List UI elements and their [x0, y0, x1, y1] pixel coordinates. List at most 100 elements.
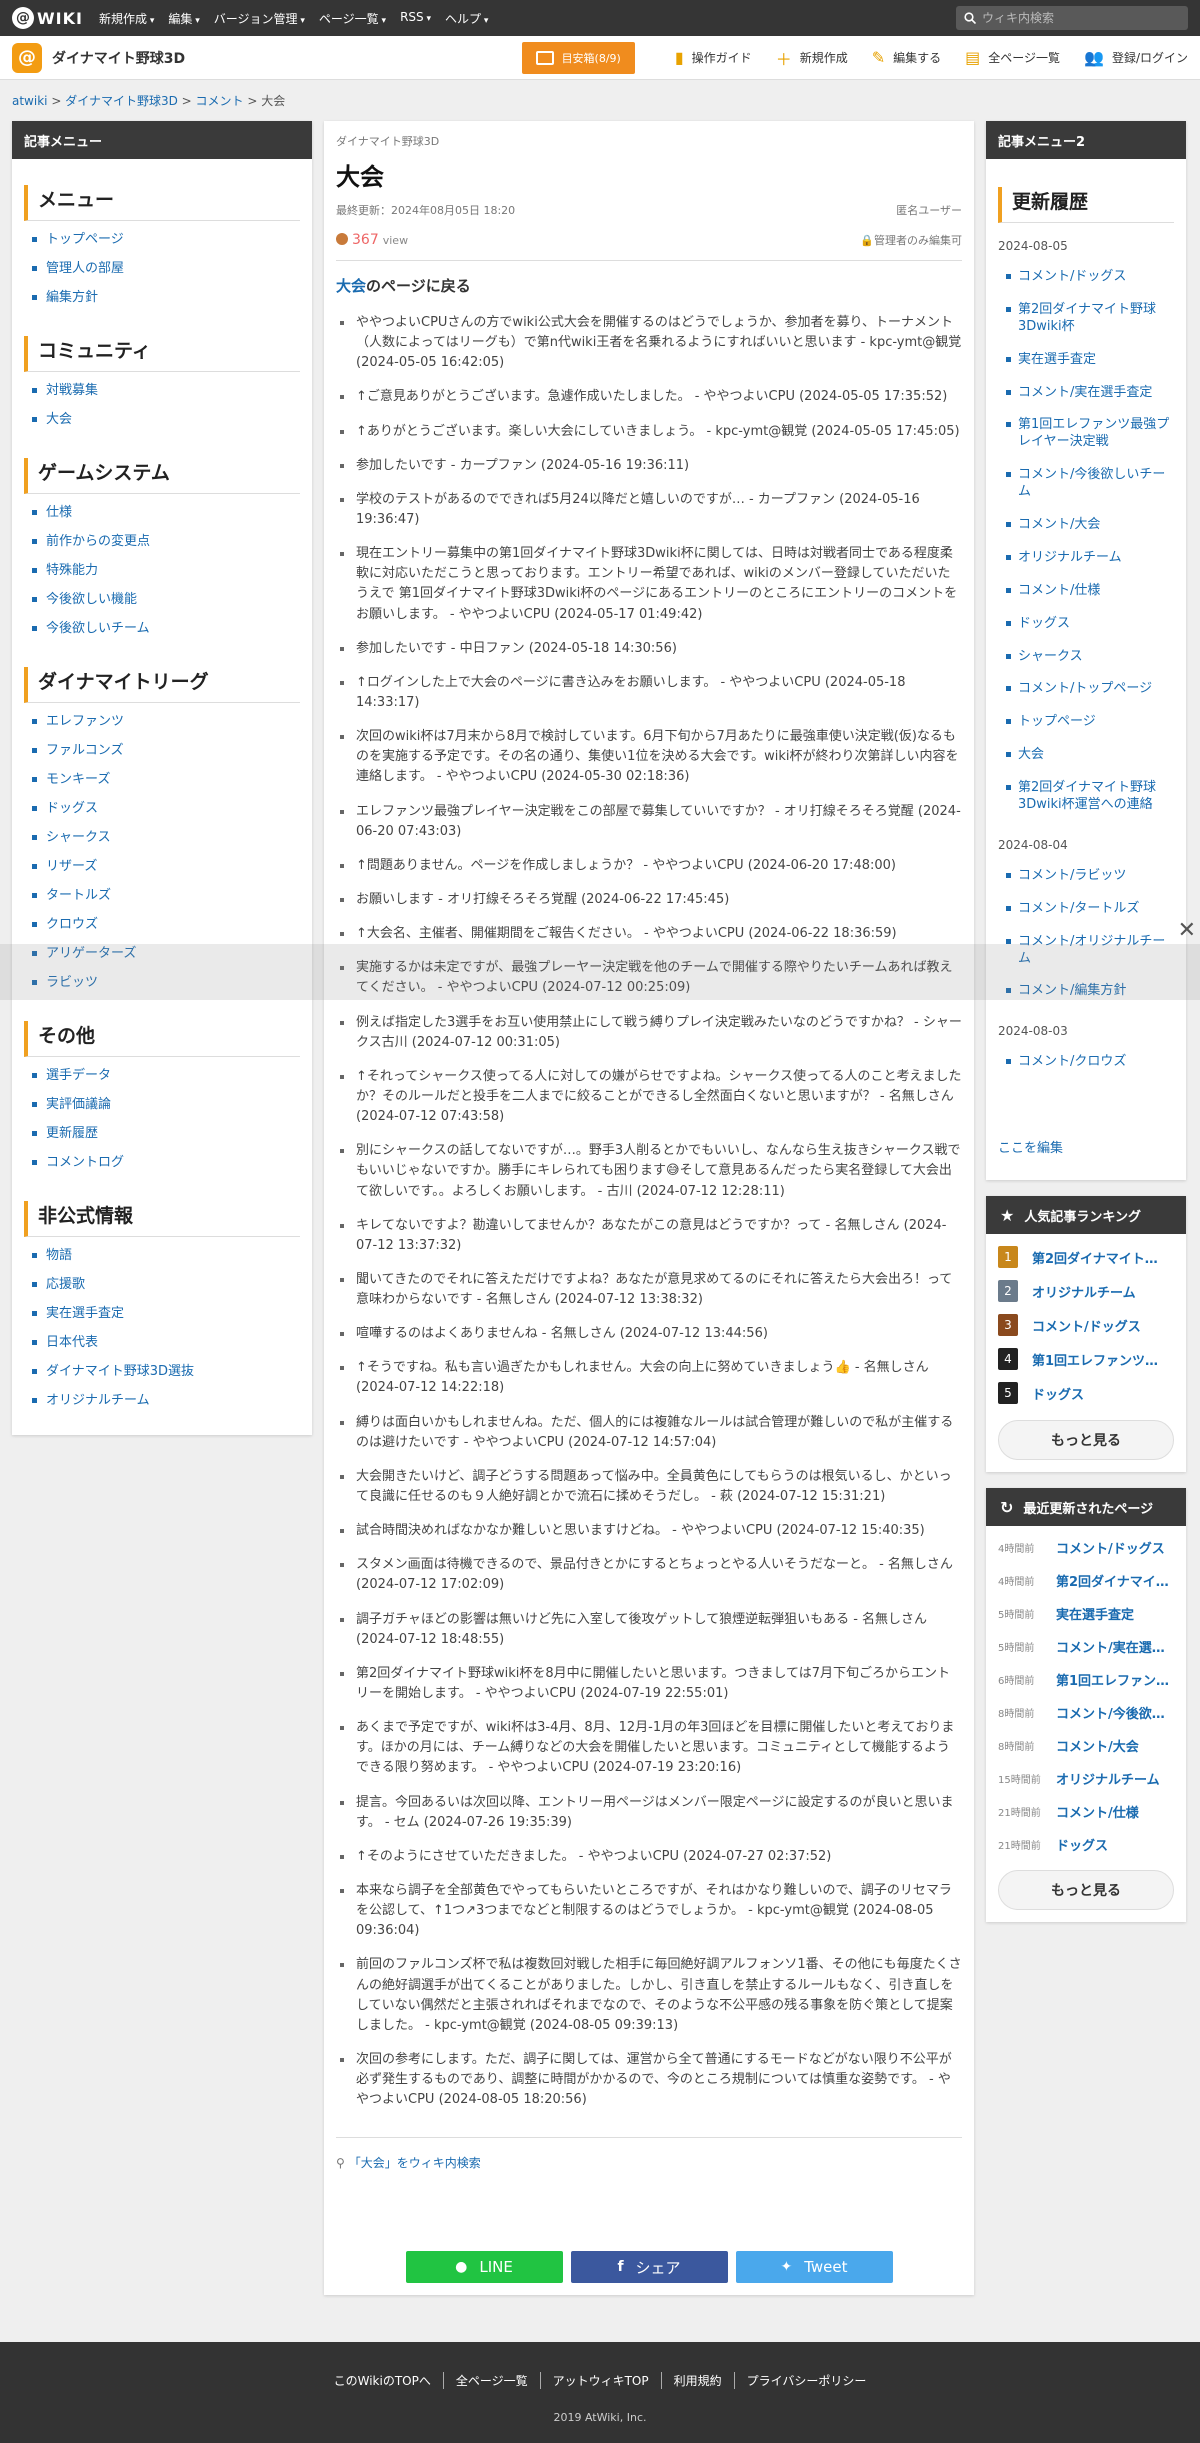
sidebar-link[interactable]: 選手データ	[46, 1068, 111, 1083]
sidebar-link[interactable]: 今後欲しい機能	[46, 592, 137, 607]
sidebar-link[interactable]: コメントログ	[46, 1155, 124, 1170]
recent-title-link[interactable]: コメント/ドッグス	[1056, 1538, 1174, 1557]
recent-title-link[interactable]: コメント/仕様	[1056, 1802, 1174, 1821]
ranking-title-link[interactable]: コメント/ドッグス	[1032, 1316, 1168, 1335]
recent-item[interactable]: 21時間前 コメント/仕様	[998, 1802, 1174, 1821]
sidebar-link[interactable]: 応援歌	[46, 1277, 85, 1292]
footer-link-pages[interactable]: 全ページ一覧	[442, 2372, 540, 2389]
new-page-button[interactable]: ＋ 新規作成	[776, 46, 848, 70]
footer-link-privacy[interactable]: プライバシーポリシー	[733, 2372, 879, 2389]
recent-title-link[interactable]: オリジナルチーム	[1056, 1769, 1174, 1788]
facebook-share-button[interactable]: f シェア	[570, 2251, 728, 2284]
sidebar-link[interactable]: クロウズ	[46, 917, 98, 932]
login-button[interactable]: 👥 登録/ログイン	[1084, 48, 1188, 67]
recent-item[interactable]: 6時間前 第1回エレファンツ最強プレイヤー決定戦	[998, 1670, 1174, 1689]
breadcrumb-atwiki[interactable]: atwiki	[12, 94, 48, 108]
ranking-more-button[interactable]: もっと見る	[998, 1420, 1174, 1461]
ranking-title-link[interactable]: 第1回エレファンツ最強プレイヤー決定戦	[1032, 1350, 1168, 1369]
recent-title-link[interactable]: 実在選手査定	[1056, 1604, 1174, 1623]
sidebar-link[interactable]: オリジナルチーム	[46, 1393, 150, 1408]
nav-pages[interactable]: ページ一覧	[319, 10, 386, 27]
sidebar-link[interactable]: ダイナマイト野球3D選抜	[46, 1364, 194, 1379]
site-logo-icon[interactable]: @	[12, 42, 42, 73]
line-share-button[interactable]: ● LINE	[405, 2251, 563, 2284]
guide-button[interactable]: ▮ 操作ガイド	[675, 48, 752, 67]
sidebar-link[interactable]: 編集方針	[46, 290, 98, 305]
history-item[interactable]: コメント/クロウズ	[1006, 1046, 1174, 1079]
history-item[interactable]: コメント/トップページ	[1006, 673, 1174, 706]
history-item[interactable]: ドッグス	[1006, 608, 1174, 641]
twitter-share-button[interactable]: ✦ Tweet	[735, 2251, 893, 2284]
footer-link-terms[interactable]: 利用規約	[660, 2372, 734, 2389]
history-item[interactable]: コメント/タートルズ	[1006, 893, 1174, 926]
recent-title-link[interactable]: コメント/実在選手査定	[1056, 1637, 1174, 1656]
edit-page-button[interactable]: ✎ 編集する	[872, 48, 941, 67]
close-icon[interactable]: ✕	[1178, 918, 1196, 943]
history-item[interactable]: 大会	[1006, 739, 1174, 772]
recent-more-button[interactable]: もっと見る	[998, 1870, 1174, 1911]
recent-item[interactable]: 5時間前 コメント/実在選手査定	[998, 1637, 1174, 1656]
recent-title-link[interactable]: コメント/大会	[1056, 1736, 1174, 1755]
sidebar-link[interactable]: シャークス	[46, 830, 111, 845]
ranking-item[interactable]: 1 第2回ダイナマイト野球3Dwiki杯	[998, 1246, 1174, 1269]
recent-item[interactable]: 21時間前 ドッグス	[998, 1835, 1174, 1854]
breadcrumb-site[interactable]: ダイナマイト野球3D	[65, 94, 178, 108]
history-item[interactable]: コメント/今後欲しいチーム	[1006, 459, 1174, 509]
nav-help[interactable]: ヘルプ	[445, 10, 488, 27]
site-name[interactable]: ダイナマイト野球3D	[52, 48, 185, 68]
breadcrumb-comment[interactable]: コメント	[196, 94, 244, 108]
history-item[interactable]: トップページ	[1006, 706, 1174, 739]
back-link[interactable]: 大会	[336, 277, 366, 295]
ranking-title-link[interactable]: ドッグス	[1032, 1384, 1168, 1403]
wiki-search-label[interactable]: 「大会」をウィキ内検索	[349, 2156, 481, 2170]
sidebar-link[interactable]: 対戦募集	[46, 383, 98, 398]
nav-version[interactable]: バージョン管理	[214, 10, 305, 27]
sidebar-link[interactable]: 特殊能力	[46, 563, 98, 578]
sidebar-link[interactable]: リザーズ	[46, 859, 97, 874]
recent-item[interactable]: 4時間前 コメント/ドッグス	[998, 1538, 1174, 1557]
recent-title-link[interactable]: 第1回エレファンツ最強プレイヤー決定戦	[1056, 1670, 1174, 1689]
history-item[interactable]: 第2回ダイナマイト野球3Dwiki杯運営への連絡	[1006, 772, 1174, 822]
history-item[interactable]: コメント/ラビッツ	[1006, 860, 1174, 893]
sidebar-link[interactable]: 物語	[46, 1248, 72, 1263]
history-item[interactable]: オリジナルチーム	[1006, 542, 1174, 575]
all-pages-button[interactable]: ▤ 全ページ一覧	[965, 48, 1060, 67]
sidebar-link[interactable]: タートルズ	[46, 888, 111, 903]
nav-rss[interactable]: RSS	[400, 10, 431, 27]
nav-edit[interactable]: 編集	[168, 10, 199, 27]
sidebar-link[interactable]: 実評価議論	[46, 1097, 111, 1112]
ranking-item[interactable]: 4 第1回エレファンツ最強プレイヤー決定戦	[998, 1348, 1174, 1371]
sidebar-link[interactable]: トップページ	[46, 232, 124, 247]
sidebar-link[interactable]: 実在選手査定	[46, 1306, 124, 1321]
history-item[interactable]: 実在選手査定	[1006, 344, 1174, 377]
atwiki-logo[interactable]: @ WIKI	[12, 7, 83, 29]
search-icon[interactable]	[964, 12, 976, 24]
ranking-item[interactable]: 2 オリジナルチーム	[998, 1280, 1174, 1303]
sidebar-link[interactable]: 日本代表	[46, 1335, 98, 1350]
recent-item[interactable]: 8時間前 コメント/大会	[998, 1736, 1174, 1755]
recent-item[interactable]: 15時間前 オリジナルチーム	[998, 1769, 1174, 1788]
sidebar-link[interactable]: ドッグス	[46, 801, 98, 816]
recent-item[interactable]: 5時間前 実在選手査定	[998, 1604, 1174, 1623]
ranking-title-link[interactable]: 第2回ダイナマイト野球3Dwiki杯	[1032, 1248, 1168, 1267]
sidebar-link[interactable]: 前作からの変更点	[46, 534, 150, 549]
recent-title-link[interactable]: コメント/今後欲しいチーム	[1056, 1703, 1174, 1722]
sidebar-link[interactable]: モンキーズ	[46, 772, 110, 787]
recent-title-link[interactable]: ドッグス	[1056, 1835, 1174, 1854]
mokuyasu-button[interactable]: 目安箱(8/9)	[521, 41, 635, 74]
ranking-item[interactable]: 5 ドッグス	[998, 1382, 1174, 1405]
history-item[interactable]: 第2回ダイナマイト野球3Dwiki杯	[1006, 294, 1174, 344]
recent-item[interactable]: 8時間前 コメント/今後欲しいチーム	[998, 1703, 1174, 1722]
sidebar-link[interactable]: 更新履歴	[46, 1126, 98, 1141]
sidebar-link[interactable]: ファルコンズ	[46, 743, 123, 758]
sidebar-link[interactable]: 管理人の部屋	[46, 261, 124, 276]
footer-link-top[interactable]: このWikiのTOPへ	[322, 2372, 443, 2389]
recent-title-link[interactable]: 第2回ダイナマイト野球3Dwiki杯	[1056, 1571, 1174, 1590]
search-input[interactable]	[982, 11, 1172, 25]
history-item[interactable]: 第1回エレファンツ最強プレイヤー決定戦	[1006, 409, 1174, 459]
history-item[interactable]: シャークス	[1006, 641, 1174, 674]
footer-link-atwiki[interactable]: アットウィキTOP	[539, 2372, 661, 2389]
nav-new[interactable]: 新規作成	[99, 10, 154, 27]
edit-this-link[interactable]: ここを編集	[998, 1141, 1063, 1156]
sidebar-link[interactable]: 仕様	[46, 505, 72, 520]
